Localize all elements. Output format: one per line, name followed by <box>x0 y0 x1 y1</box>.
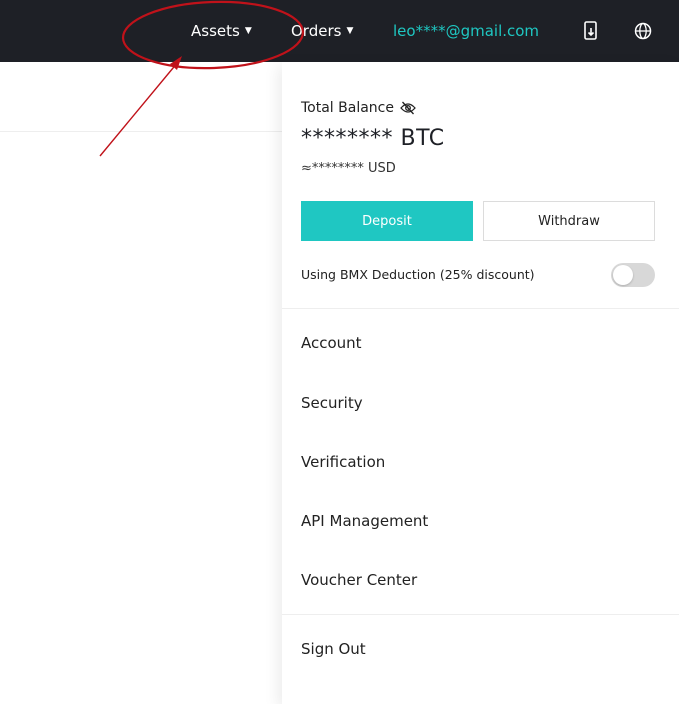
toggle-knob <box>613 265 633 285</box>
withdraw-button[interactable]: Withdraw <box>483 201 655 241</box>
menu-divider <box>282 614 679 615</box>
globe-icon[interactable] <box>632 19 654 43</box>
chevron-down-icon: ▼ <box>244 26 252 36</box>
account-email[interactable]: leo****@gmail.com <box>393 20 539 42</box>
bmx-deduction-label: Using BMX Deduction (25% discount) <box>301 267 535 282</box>
menu-item-voucher-center[interactable]: Voucher Center <box>301 571 417 589</box>
globe-icon-svg <box>634 22 652 40</box>
usd-balance: ≈******** USD <box>301 161 396 176</box>
total-balance-row: Total Balance <box>301 100 416 116</box>
orders-label: Orders <box>291 22 342 40</box>
header-divider <box>0 131 283 132</box>
menu-item-verification[interactable]: Verification <box>301 453 385 471</box>
menu-divider <box>282 308 679 309</box>
bmx-deduction-toggle[interactable] <box>611 263 655 287</box>
account-dropdown: Total Balance ******** BTC ≈******** USD… <box>282 62 679 704</box>
orders-menu[interactable]: Orders ▼ <box>291 20 353 42</box>
hide-balance-icon[interactable] <box>400 101 416 115</box>
deposit-button[interactable]: Deposit <box>301 201 473 241</box>
menu-item-security[interactable]: Security <box>301 394 363 412</box>
assets-label: Assets <box>191 22 240 40</box>
download-app-icon-svg <box>584 21 597 40</box>
download-app-icon[interactable] <box>580 19 602 43</box>
annotation-arrow-line <box>99 61 179 157</box>
assets-menu[interactable]: Assets ▼ <box>191 20 252 42</box>
menu-item-api-management[interactable]: API Management <box>301 512 428 530</box>
chevron-down-icon: ▼ <box>346 26 354 36</box>
top-navigation-bar: Assets ▼ Orders ▼ leo****@gmail.com <box>0 0 679 62</box>
menu-item-account[interactable]: Account <box>301 334 362 352</box>
total-balance-label: Total Balance <box>301 100 394 116</box>
btc-balance: ******** BTC <box>301 126 445 151</box>
hide-balance-icon-svg <box>400 101 416 115</box>
sign-out-button[interactable]: Sign Out <box>301 640 366 658</box>
